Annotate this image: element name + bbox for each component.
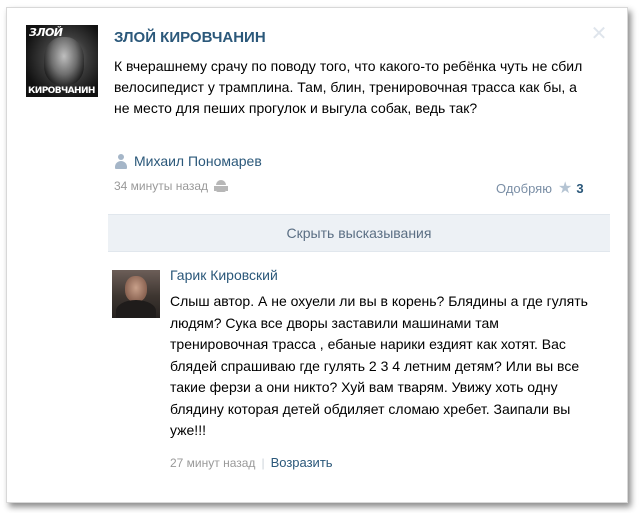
reply-text: Слыш автор. А не охуели ли вы в корень? … <box>170 293 588 438</box>
meta-separator: | <box>261 455 265 470</box>
avatar-text-bottom: КИРОВЧАНИН <box>28 86 95 96</box>
post-signer[interactable]: Михаил Пономарев <box>114 153 262 169</box>
star-icon: ★ <box>557 180 573 197</box>
post-author-link[interactable]: ЗЛОЙ КИРОВЧАНИН <box>114 29 266 46</box>
post-meta: 34 минуты назад <box>114 179 229 193</box>
like-button[interactable]: Одобряю ★ 3 <box>496 178 584 198</box>
person-icon <box>114 153 128 169</box>
avatar-text-top: ЗЛОЙ <box>29 26 63 39</box>
reply-author-avatar[interactable] <box>112 270 160 318</box>
reply-time[interactable]: 27 минут назад <box>170 456 255 470</box>
avatar-portrait <box>44 37 84 85</box>
android-icon <box>214 179 229 193</box>
avatar-head <box>125 276 147 302</box>
author-avatar[interactable]: ЗЛОЙ КИРОВЧАНИН <box>26 25 98 97</box>
hide-replies-button[interactable]: Скрыть высказывания <box>108 214 610 252</box>
avatar-body <box>116 300 156 318</box>
post-time[interactable]: 34 минуты назад <box>114 179 208 193</box>
reply-button[interactable]: Возразить <box>271 455 333 470</box>
post-text: К вчерашнему срачу по поводу того, что к… <box>114 58 583 116</box>
like-count: 3 <box>576 180 584 196</box>
reply-meta: 27 минут назад | Возразить <box>170 455 333 470</box>
close-icon[interactable]: ✕ <box>590 23 608 43</box>
like-label: Одобряю <box>496 180 552 196</box>
reply-author-link[interactable]: Гарик Кировский <box>170 267 278 283</box>
signer-name[interactable]: Михаил Пономарев <box>134 153 262 169</box>
